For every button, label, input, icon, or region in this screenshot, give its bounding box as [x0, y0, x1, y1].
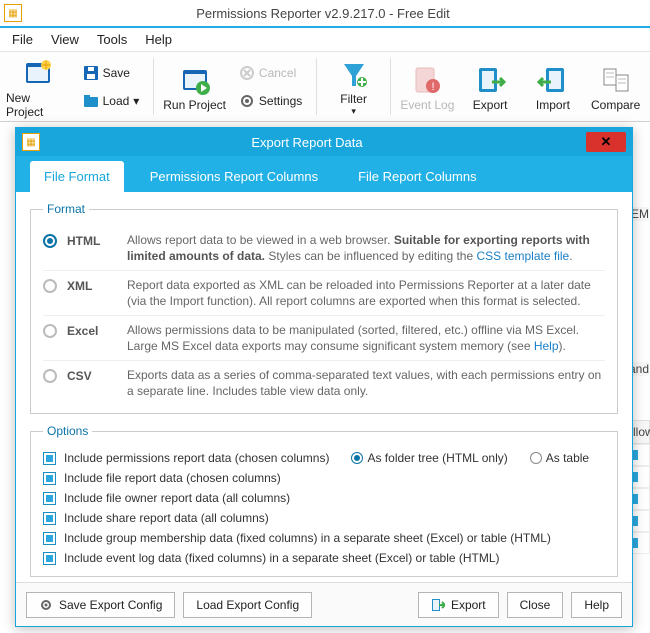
- option-include-file: Include file report data (chosen columns…: [43, 468, 605, 488]
- format-option-csv[interactable]: CSV Exports data as a series of comma-se…: [43, 361, 605, 405]
- format-group: Format HTML Allows report data to be vie…: [30, 202, 618, 414]
- menu-view[interactable]: View: [51, 32, 79, 47]
- load-export-config-button[interactable]: Load Export Config: [183, 592, 312, 618]
- ribbon-new-project[interactable]: New Project: [6, 54, 71, 119]
- ribbon-cancel-settings: Cancel Settings: [233, 54, 308, 119]
- title-bar: ▦ Permissions Reporter v2.9.217.0 - Free…: [0, 0, 650, 28]
- help-button[interactable]: Help: [571, 592, 622, 618]
- format-option-html[interactable]: HTML Allows report data to be viewed in …: [43, 226, 605, 271]
- svg-text:!: !: [432, 81, 435, 93]
- ribbon-save-load: Save Load ▾: [77, 54, 146, 119]
- option-include-group: Include group membership data (fixed col…: [43, 528, 605, 548]
- radio-csv[interactable]: [43, 369, 57, 383]
- option-include-eventlog: Include event log data (fixed columns) i…: [43, 548, 605, 568]
- run-project-icon: [179, 64, 211, 96]
- ribbon-separator: [153, 58, 154, 115]
- export-button[interactable]: Export: [418, 592, 499, 618]
- ribbon-import[interactable]: Import: [525, 54, 582, 119]
- save-icon: [83, 65, 99, 81]
- ribbon-separator: [316, 58, 317, 115]
- format-name: HTML: [67, 232, 117, 250]
- tab-permissions-columns[interactable]: Permissions Report Columns: [136, 161, 332, 192]
- option-include-owner: Include file owner report data (all colu…: [43, 488, 605, 508]
- new-project-icon: [22, 57, 54, 89]
- format-option-xml[interactable]: XML Report data exported as XML can be r…: [43, 271, 605, 316]
- radio-as-table[interactable]: As table: [530, 451, 589, 465]
- cancel-icon: [239, 65, 255, 81]
- format-desc: Allows permissions data to be manipulate…: [127, 322, 605, 354]
- format-desc: Exports data as a series of comma-separa…: [127, 367, 605, 399]
- checkbox-group[interactable]: [43, 532, 56, 545]
- ribbon-load[interactable]: Load ▾: [77, 90, 146, 112]
- radio-xml[interactable]: [43, 279, 57, 293]
- format-name: Excel: [67, 322, 117, 340]
- ribbon-event-log[interactable]: ! Event Log: [399, 54, 456, 119]
- dialog-footer: Save Export Config Load Export Config Ex…: [16, 582, 632, 626]
- event-log-icon: !: [411, 64, 443, 96]
- ribbon-run-project[interactable]: Run Project: [162, 54, 227, 119]
- format-desc: Report data exported as XML can be reloa…: [127, 277, 605, 309]
- ribbon: New Project Save Load ▾ Run Project: [0, 52, 650, 122]
- option-include-permissions: Include permissions report data (chosen …: [43, 448, 605, 468]
- close-icon: ✕: [601, 134, 612, 150]
- app-icon: ▦: [4, 4, 22, 22]
- radio-icon: [530, 452, 542, 464]
- ribbon-filter[interactable]: Filter▾: [325, 54, 382, 119]
- ribbon-export[interactable]: Export: [462, 54, 519, 119]
- checkbox-permissions[interactable]: [43, 452, 56, 465]
- dialog-close-button[interactable]: ✕: [586, 132, 626, 152]
- ribbon-compare[interactable]: Compare: [587, 54, 644, 119]
- tab-file-format[interactable]: File Format: [30, 161, 124, 192]
- export-dialog: ▦ Export Report Data ✕ File Format Permi…: [15, 127, 633, 627]
- menu-bar: File View Tools Help: [0, 28, 650, 52]
- export-icon: [431, 598, 445, 612]
- chevron-down-icon: ▾: [133, 94, 139, 108]
- format-name: CSV: [67, 367, 117, 385]
- checkbox-file[interactable]: [43, 472, 56, 485]
- dialog-icon: ▦: [22, 133, 40, 151]
- save-export-config-button[interactable]: Save Export Config: [26, 592, 175, 618]
- format-desc: Allows report data to be viewed in a web…: [127, 232, 605, 264]
- options-legend: Options: [43, 424, 92, 438]
- bg-column-fragment: EM: [631, 207, 649, 221]
- menu-tools[interactable]: Tools: [97, 32, 127, 47]
- settings-icon: [239, 93, 255, 109]
- radio-excel[interactable]: [43, 324, 57, 338]
- options-group: Options Include permissions report data …: [30, 424, 618, 577]
- radio-icon: [351, 452, 363, 464]
- excel-help-link[interactable]: Help: [534, 339, 559, 353]
- filter-icon: [338, 58, 370, 90]
- close-button[interactable]: Close: [507, 592, 564, 618]
- css-template-link[interactable]: CSS template file: [477, 249, 570, 263]
- radio-html[interactable]: [43, 234, 57, 248]
- dialog-title-bar: ▦ Export Report Data ✕: [16, 128, 632, 156]
- compare-icon: [600, 64, 632, 96]
- tab-file-columns[interactable]: File Report Columns: [344, 161, 491, 192]
- export-icon: [474, 64, 506, 96]
- radio-as-folder-tree[interactable]: As folder tree (HTML only): [351, 451, 507, 465]
- format-legend: Format: [43, 202, 89, 216]
- import-icon: [537, 64, 569, 96]
- ribbon-cancel[interactable]: Cancel: [233, 62, 308, 84]
- gear-icon: [39, 598, 53, 612]
- dialog-tabs: File Format Permissions Report Columns F…: [16, 156, 632, 192]
- format-option-excel[interactable]: Excel Allows permissions data to be mani…: [43, 316, 605, 361]
- checkbox-share[interactable]: [43, 512, 56, 525]
- load-icon: [83, 93, 99, 109]
- dialog-body: Format HTML Allows report data to be vie…: [16, 192, 632, 582]
- format-name: XML: [67, 277, 117, 295]
- checkbox-eventlog[interactable]: [43, 552, 56, 565]
- option-include-share: Include share report data (all columns): [43, 508, 605, 528]
- ribbon-separator: [390, 58, 391, 115]
- ribbon-save[interactable]: Save: [77, 62, 146, 84]
- menu-file[interactable]: File: [12, 32, 33, 47]
- ribbon-settings[interactable]: Settings: [233, 90, 308, 112]
- app-title: Permissions Reporter v2.9.217.0 - Free E…: [30, 6, 646, 21]
- checkbox-owner[interactable]: [43, 492, 56, 505]
- menu-help[interactable]: Help: [145, 32, 172, 47]
- dialog-title: Export Report Data: [48, 135, 586, 150]
